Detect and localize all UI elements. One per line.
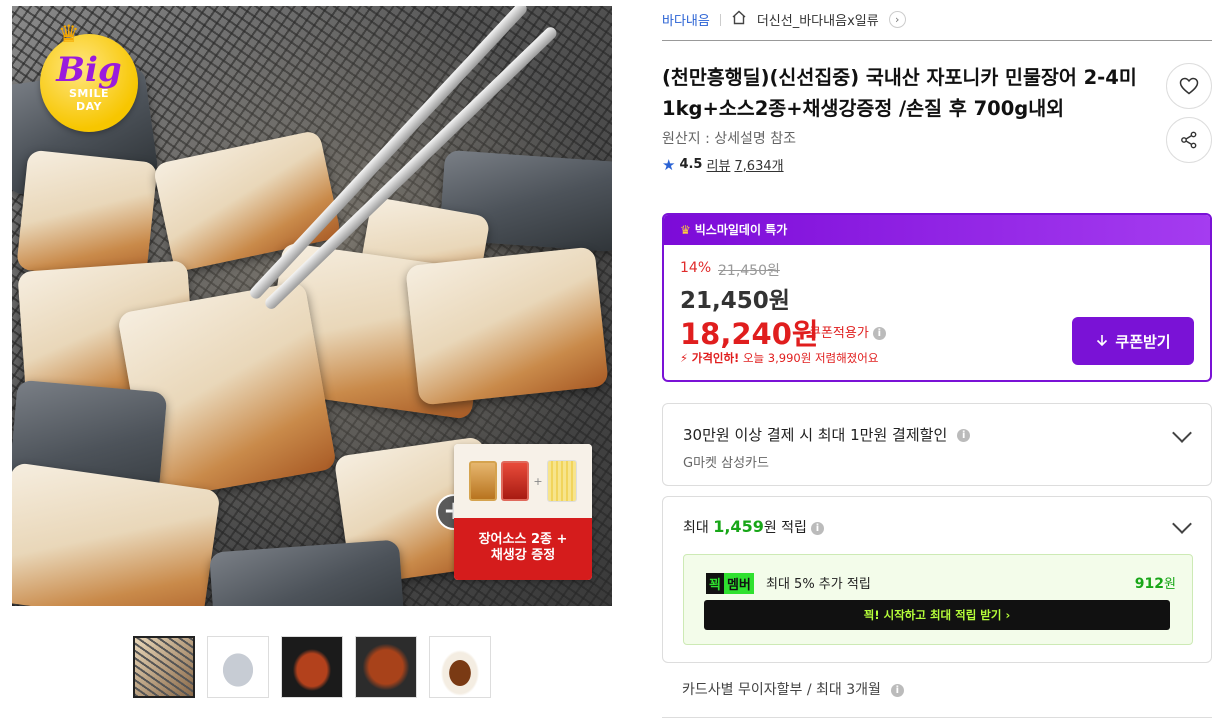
payment-discount-card[interactable]: 30만원 이상 결제 시 최대 1만원 결제할인 i G마켓 삼성카드	[662, 403, 1212, 486]
payment-discount-title: 30만원 이상 결제 시 최대 1만원 결제할인 i	[683, 424, 971, 445]
chevron-down-icon[interactable]	[1172, 514, 1192, 534]
divider	[719, 13, 721, 26]
thumbnail-strip	[133, 636, 491, 698]
coupon-price: 18,240원	[680, 317, 819, 351]
product-gallery: ♛ Big SMILE DAY + + 장어소스 2종 + 채생강 증정	[0, 0, 640, 721]
price-drop-text: 오늘 3,990원 저렴해졌어요	[742, 351, 879, 365]
wishlist-button[interactable]	[1166, 63, 1212, 109]
original-price: 21,450원	[718, 263, 780, 279]
download-icon	[1097, 335, 1108, 347]
installment-text: 카드사별 무이자할부 / 최대 3개월	[682, 682, 881, 698]
price-drop-label: 가격인하!	[691, 351, 740, 365]
lightning-icon: ⚡	[680, 351, 689, 365]
payment-card-name: G마켓 삼성카드	[683, 456, 769, 471]
gift-promo-line1: 장어소스 2종 +	[478, 532, 568, 547]
origin-info: 원산지 : 상세설명 참조	[662, 131, 796, 147]
coupon-download-button[interactable]: 쿠폰받기	[1072, 317, 1194, 365]
crown-icon: ♛	[58, 20, 80, 48]
points-summary: 최대 1,459원 적립 i	[683, 517, 824, 537]
sauce-package-1	[469, 461, 498, 501]
gift-promo-line2: 채생강 증정	[490, 548, 556, 563]
main-product-image[interactable]: ♛ Big SMILE DAY + + 장어소스 2종 + 채생강 증정	[12, 6, 612, 606]
badge-day-text: DAY	[75, 100, 103, 113]
membership-points-unit: 원	[1164, 577, 1176, 592]
divider	[662, 40, 1212, 41]
discount-rate: 14%	[680, 260, 712, 276]
sale-price: 21,450원	[680, 288, 790, 314]
product-title: (천만흥행딜)(신선집중) 국내산 자포니카 민물장어 2-4미 1kg+소스2…	[662, 66, 1137, 120]
membership-text: 최대 5% 추가 적립	[766, 577, 871, 592]
reviews-count[interactable]: 7,634개	[734, 155, 783, 174]
coupon-note-text: 쿠폰적용가	[809, 326, 869, 341]
badge-big-text: Big	[56, 50, 122, 90]
points-card: 최대 1,459원 적립 i 꾁 멤버 최대 5% 추가 적립 912원 꾁! 시작…	[662, 496, 1212, 663]
badge-smile-text: SMILE	[69, 87, 109, 100]
special-deal-box: ♛ 빅스마일데이 특가 14% 21,450원 21,450원 18,240원 쿠…	[662, 213, 1212, 382]
eel-piece	[405, 246, 609, 406]
eel-piece	[209, 539, 405, 606]
rating-score: 4.5	[679, 157, 703, 172]
heart-icon	[1179, 77, 1199, 95]
deal-header-text: 빅스마일데이 특가	[694, 223, 788, 237]
payment-title-text: 30만원 이상 결제 시 최대 1만원 결제할인	[683, 426, 948, 444]
info-icon[interactable]: i	[810, 521, 824, 535]
membership-points: 912원	[1135, 573, 1176, 592]
reviews-label[interactable]: 리뷰	[706, 155, 730, 174]
membership-logo-a: 꾁	[706, 573, 724, 594]
membership-start-button[interactable]: 꾁! 시작하고 최대 적립 받기 ›	[704, 600, 1170, 630]
info-icon[interactable]: i	[872, 327, 886, 340]
membership-logo: 꾁 멤버	[706, 573, 754, 594]
price-drop-notice: ⚡ 가격인하! 오늘 3,990원 저렴해졌어요	[680, 350, 878, 366]
thumbnail-1[interactable]	[133, 636, 195, 698]
gift-items-image: +	[454, 444, 592, 518]
points-suffix: 원 적립	[763, 520, 807, 536]
membership-points-value: 912	[1134, 576, 1165, 592]
membership-logo-b: 멤버	[723, 573, 754, 594]
eel-piece	[16, 149, 158, 283]
rating-row: ★ 4.5 리뷰 7,634개	[662, 155, 784, 175]
membership-box: 꾁 멤버 최대 5% 추가 적립 912원 꾁! 시작하고 최대 적립 받기 ›	[683, 554, 1193, 645]
coupon-note: 쿠폰적용가 i	[809, 322, 886, 341]
share-button[interactable]	[1166, 117, 1212, 163]
home-icon	[731, 10, 747, 29]
points-amount: 1,459	[713, 517, 764, 536]
sauce-package-2	[501, 461, 530, 501]
big-smile-day-badge: ♛ Big SMILE DAY	[40, 20, 138, 132]
chevron-down-icon[interactable]	[1172, 423, 1192, 443]
thumbnail-2[interactable]	[207, 636, 269, 698]
breadcrumb: 바다내음 더신선_바다내음x일류 ›	[662, 10, 906, 29]
star-icon: ★	[662, 155, 676, 174]
thumbnail-5[interactable]	[429, 636, 491, 698]
share-icon	[1181, 131, 1197, 149]
points-prefix: 최대	[683, 520, 709, 536]
divider	[662, 717, 1212, 718]
thumbnail-3[interactable]	[281, 636, 343, 698]
ginger-package	[546, 460, 577, 502]
deal-header: ♛ 빅스마일데이 특가	[664, 215, 1210, 245]
chevron-right-icon[interactable]: ›	[888, 11, 906, 28]
coupon-button-label: 쿠폰받기	[1115, 332, 1171, 351]
seller-link[interactable]: 바다내음	[662, 10, 710, 29]
gift-promo-card: + 장어소스 2종 + 채생강 증정	[454, 444, 592, 580]
gift-promo-text: 장어소스 2종 + 채생강 증정	[454, 518, 592, 580]
crown-icon: ♛	[680, 223, 691, 237]
info-icon[interactable]: i	[957, 429, 971, 442]
info-icon[interactable]: i	[890, 683, 904, 697]
installment-info: 카드사별 무이자할부 / 최대 3개월 i	[682, 679, 904, 699]
thumbnail-4[interactable]	[355, 636, 417, 698]
shop-link[interactable]: 더신선_바다내음x일류	[757, 10, 879, 29]
